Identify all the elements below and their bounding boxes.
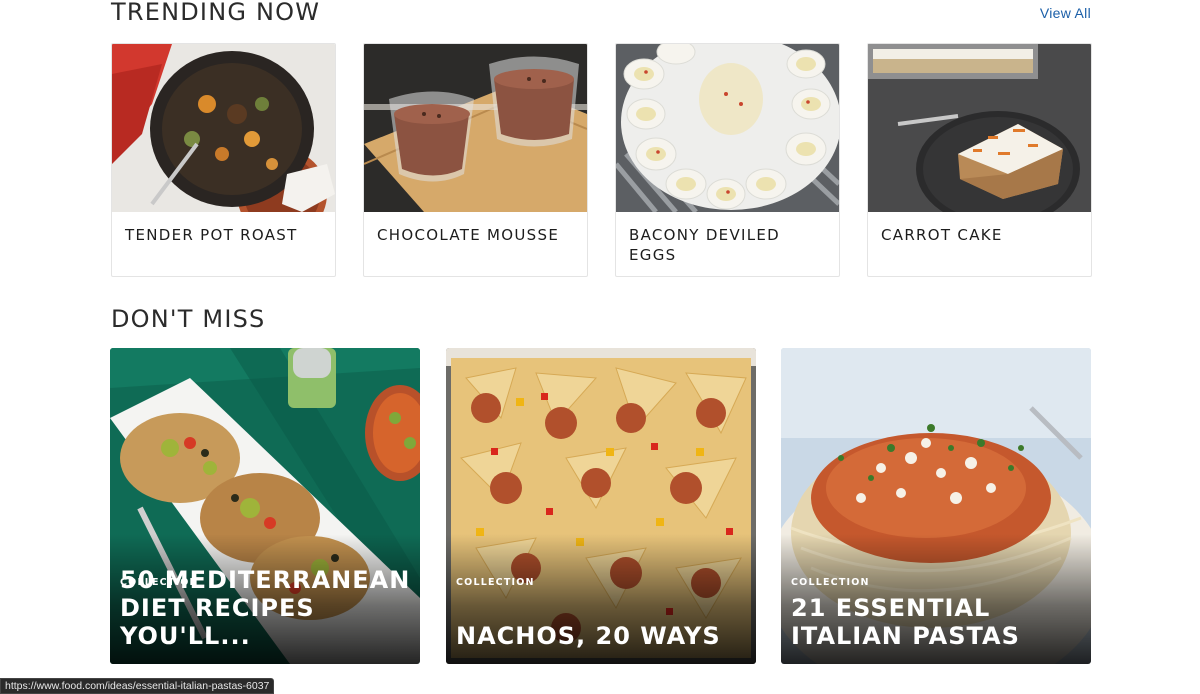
collection-title: NACHOS, 20 WAYS [456,622,721,650]
collection-card-italian-pastas[interactable]: COLLECTION 21 ESSENTIAL ITALIAN PASTAS [781,348,1091,664]
trending-card-chocolate-mousse[interactable]: CHOCOLATE MOUSSE [363,43,588,277]
trending-card-title: BACONY DEVILED EGGS [629,226,781,264]
trending-card-title: TENDER POT ROAST [125,226,298,244]
trending-card-title: CHOCOLATE MOUSSE [377,226,560,244]
chocolate-mousse-image [364,44,587,212]
collection-label: COLLECTION [791,577,870,588]
status-bar-url: https://www.food.com/ideas/essential-ita… [0,678,275,694]
view-all-link[interactable]: View All [1040,5,1091,21]
collection-title: 50 MEDITERRANEAN DIET RECIPES YOU'LL... [120,566,411,650]
dont-miss-section-title: DON'T MISS [111,305,266,333]
collection-title: 21 ESSENTIAL ITALIAN PASTAS [791,594,1020,650]
trending-card-carrot-cake[interactable]: CARROT CAKE [867,43,1092,277]
trending-card-title: CARROT CAKE [881,226,1003,244]
carrot-cake-image [868,44,1091,212]
trending-card-bacony-deviled-eggs[interactable]: BACONY DEVILED EGGS [615,43,840,277]
deviled-eggs-image [616,44,839,212]
collection-card-nachos[interactable]: COLLECTION NACHOS, 20 WAYS [446,348,756,664]
collection-label: COLLECTION [456,577,535,588]
pot-roast-image [112,44,335,212]
collection-card-mediterranean[interactable]: COLLECTION 50 MEDITERRANEAN DIET RECIPES… [110,348,420,664]
trending-card-pot-roast[interactable]: TENDER POT ROAST [111,43,336,277]
trending-section-title: TRENDING NOW [111,0,321,26]
